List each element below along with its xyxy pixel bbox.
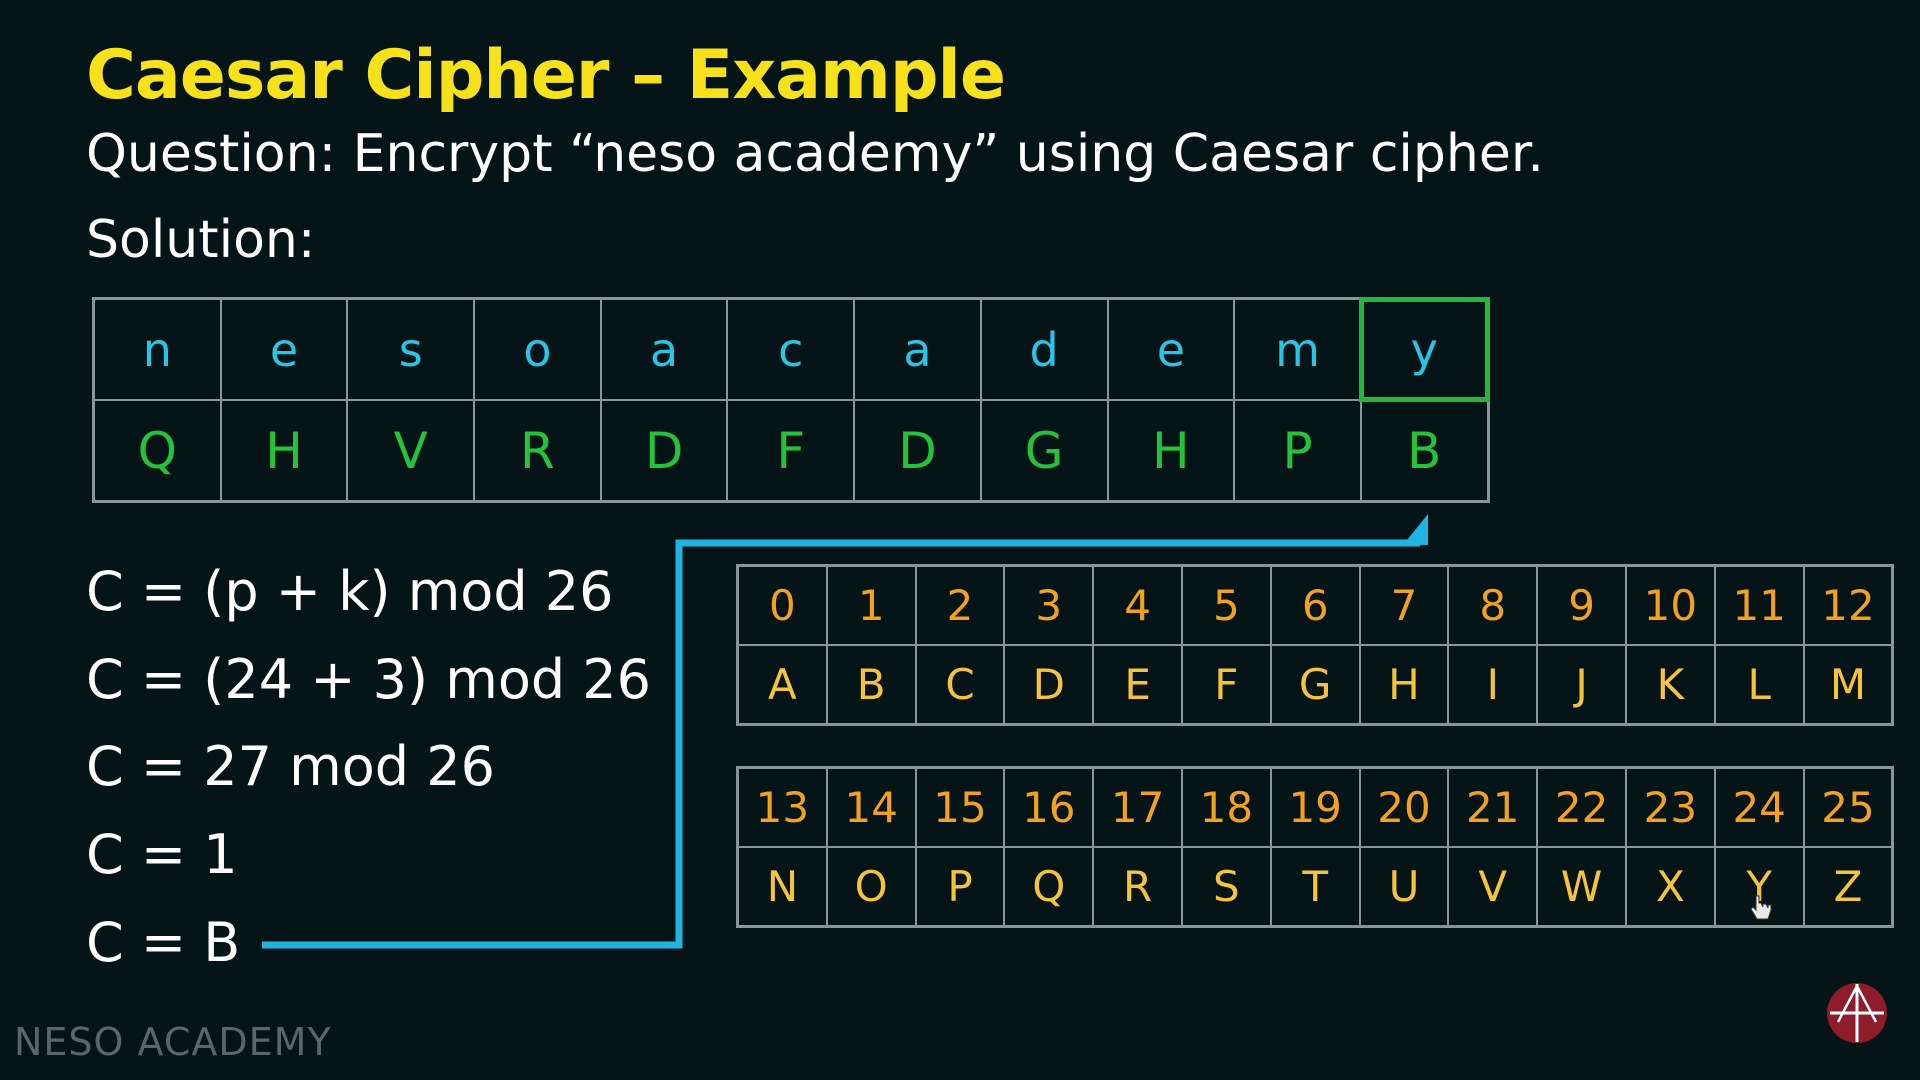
alphabet-letter-cell: P xyxy=(915,847,1005,926)
alphabet-letter-cell: E xyxy=(1093,645,1182,724)
alphabet-letter-cell: W xyxy=(1537,847,1626,926)
alphabet-letter-cell: L xyxy=(1714,645,1804,724)
plaintext-cell: a xyxy=(600,299,728,400)
alphabet-letter-cell: V xyxy=(1448,847,1538,926)
alphabet-letter-cell: D xyxy=(1004,645,1094,724)
alphabet-letter-cell: N xyxy=(738,847,827,926)
plaintext-cell: e xyxy=(1107,299,1235,400)
alphabet-number-cell: 11 xyxy=(1714,566,1804,645)
alphabet-number-cell: 10 xyxy=(1625,566,1715,645)
alphabet-number-cell: 7 xyxy=(1359,566,1449,645)
plaintext-cell: y xyxy=(1358,297,1490,402)
alphabet-table-n-z: 13 14 15 16 17 18 19 20 21 22 23 24 25 N O P Q R S T U V W X Y Z xyxy=(736,766,1895,928)
alphabet-letter-cell: Q xyxy=(1004,847,1094,926)
alphabet-table-a-m: 0 1 2 3 4 5 6 7 8 9 10 11 12 A B C D E F G H I J K L M xyxy=(736,564,1895,726)
ciphertext-cell: B xyxy=(1360,400,1488,501)
alphabet-number-cell: 5 xyxy=(1181,566,1271,645)
alphabet-letter-cell: X xyxy=(1625,847,1715,926)
alphabet-number-cell: 12 xyxy=(1803,566,1893,645)
ciphertext-cell: D xyxy=(600,400,728,501)
ciphertext-cell: Q xyxy=(94,400,221,501)
arrow-head-icon xyxy=(1403,514,1428,545)
ciphertext-cell: H xyxy=(220,400,348,501)
alphabet-number-cell: 1 xyxy=(826,566,916,645)
alphabet-letter-cell: T xyxy=(1270,847,1360,926)
ciphertext-cell: G xyxy=(980,400,1108,501)
plaintext-cell: n xyxy=(94,299,221,400)
alphabet-number-cell: 19 xyxy=(1270,768,1360,847)
alphabet-number-cell: 24 xyxy=(1714,768,1804,847)
solution-label: Solution: xyxy=(86,210,316,270)
ciphertext-cell: F xyxy=(727,400,855,501)
plaintext-cell: a xyxy=(854,299,981,400)
formula-line: C = (p + k) mod 26 xyxy=(86,560,614,623)
alphabet-letter-cell: U xyxy=(1359,847,1449,926)
plaintext-cell: m xyxy=(1234,299,1361,400)
alphabet-letter-cell: H xyxy=(1359,645,1449,724)
plaintext-cell: o xyxy=(474,299,601,400)
plaintext-cell: e xyxy=(220,299,348,400)
alphabet-letter-cell: A xyxy=(738,645,827,724)
alphabet-number-cell: 9 xyxy=(1537,566,1626,645)
alphabet-number-cell: 17 xyxy=(1093,768,1182,847)
alphabet-letter-cell: K xyxy=(1625,645,1715,724)
alphabet-number-cell: 2 xyxy=(915,566,1005,645)
alphabet-number-cell: 4 xyxy=(1093,566,1182,645)
alphabet-number-cell: 25 xyxy=(1803,768,1893,847)
plaintext-cell: c xyxy=(727,299,855,400)
alphabet-letter-cell: O xyxy=(826,847,916,926)
watermark: NESO ACADEMY xyxy=(14,1020,332,1064)
alphabet-number-cell: 0 xyxy=(738,566,827,645)
ciphertext-cell: D xyxy=(854,400,981,501)
plain-cipher-table: nesoacademyQHVRDFDGHPB xyxy=(92,297,1490,503)
alphabet-number-cell: 18 xyxy=(1181,768,1271,847)
alphabet-number-cell: 13 xyxy=(738,768,827,847)
formula-line: C = 1 xyxy=(86,823,238,886)
page-title: Caesar Cipher – Example xyxy=(86,36,1006,115)
formula-line: C = (24 + 3) mod 26 xyxy=(86,648,652,711)
alphabet-number-cell: 20 xyxy=(1359,768,1449,847)
question-text: Question: Encrypt “neso academy” using C… xyxy=(86,124,1544,184)
alphabet-letter-cell: G xyxy=(1270,645,1360,724)
hand-cursor-icon xyxy=(1750,895,1772,920)
ciphertext-cell: P xyxy=(1234,400,1361,501)
alphabet-letter-cell: C xyxy=(915,645,1005,724)
alphabet-letter-cell: F xyxy=(1181,645,1271,724)
alphabet-number-cell: 16 xyxy=(1004,768,1094,847)
alphabet-letter-cell: Z xyxy=(1803,847,1893,926)
alphabet-letter-cell: I xyxy=(1448,645,1538,724)
ciphertext-cell: V xyxy=(347,400,475,501)
alphabet-number-cell: 14 xyxy=(826,768,916,847)
alphabet-letter-cell: B xyxy=(826,645,916,724)
ciphertext-cell: R xyxy=(474,400,601,501)
alphabet-letter-cell: R xyxy=(1093,847,1182,926)
neso-logo-icon xyxy=(1827,983,1887,1043)
plaintext-cell: d xyxy=(980,299,1108,400)
alphabet-number-cell: 6 xyxy=(1270,566,1360,645)
formula-line: C = B xyxy=(86,911,241,974)
alphabet-letter-cell: M xyxy=(1803,645,1893,724)
alphabet-number-cell: 3 xyxy=(1004,566,1094,645)
ciphertext-cell: H xyxy=(1107,400,1235,501)
alphabet-letter-cell: S xyxy=(1181,847,1271,926)
alphabet-number-cell: 22 xyxy=(1537,768,1626,847)
formula-line: C = 27 mod 26 xyxy=(86,735,495,798)
alphabet-number-cell: 21 xyxy=(1448,768,1538,847)
plaintext-cell: s xyxy=(347,299,475,400)
alphabet-number-cell: 8 xyxy=(1448,566,1538,645)
alphabet-number-cell: 15 xyxy=(915,768,1005,847)
alphabet-letter-cell: J xyxy=(1537,645,1626,724)
alphabet-number-cell: 23 xyxy=(1625,768,1715,847)
